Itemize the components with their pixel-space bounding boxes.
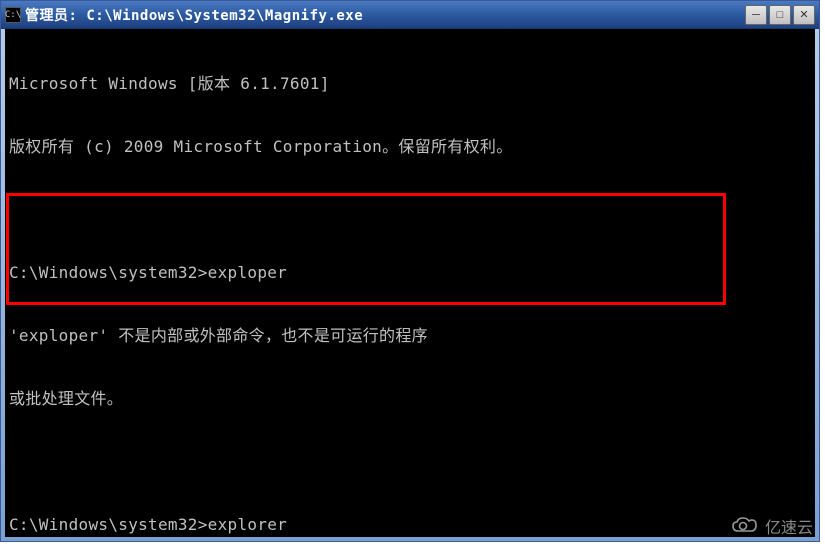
watermark: 亿速云 (729, 514, 813, 538)
cmd-window: C:\ 管理员: C:\Windows\System32\Magnify.exe… (0, 0, 820, 542)
minimize-button[interactable]: ─ (745, 5, 767, 25)
console-output[interactable]: Microsoft Windows [版本 6.1.7601] 版权所有 (c)… (5, 29, 815, 537)
console-line (9, 199, 811, 220)
console-line (9, 451, 811, 472)
cmd-icon: C:\ (5, 7, 21, 23)
titlebar-left: C:\ 管理员: C:\Windows\System32\Magnify.exe (5, 5, 363, 25)
window-controls: ─ □ ✕ (745, 5, 815, 25)
close-button[interactable]: ✕ (793, 5, 815, 25)
console-line: 'exploper' 不是内部或外部命令，也不是可运行的程序 (9, 325, 811, 346)
maximize-button[interactable]: □ (769, 5, 791, 25)
console-line: 版权所有 (c) 2009 Microsoft Corporation。保留所有… (9, 136, 811, 157)
console-line: C:\Windows\system32>exploper (9, 262, 811, 283)
watermark-text: 亿速云 (765, 514, 813, 538)
titlebar[interactable]: C:\ 管理员: C:\Windows\System32\Magnify.exe… (1, 1, 819, 29)
console-line: 或批处理文件。 (9, 388, 811, 409)
console-line: C:\Windows\system32>explorer (9, 514, 811, 535)
cloud-icon (729, 515, 759, 537)
window-title: 管理员: C:\Windows\System32\Magnify.exe (25, 5, 363, 25)
console-line: Microsoft Windows [版本 6.1.7601] (9, 73, 811, 94)
